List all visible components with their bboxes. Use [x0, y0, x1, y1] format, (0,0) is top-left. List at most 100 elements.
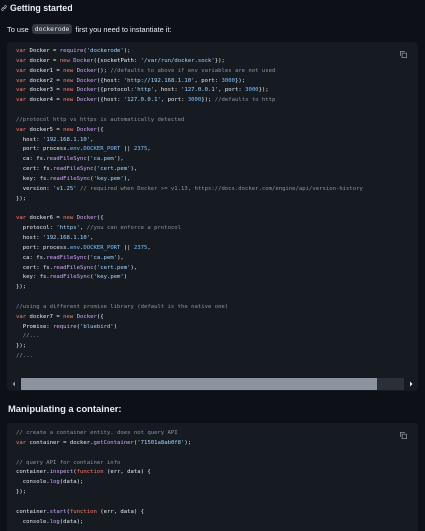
- scroll-left-button[interactable]: [7, 377, 21, 391]
- code-line: var docker2 = new Docker({host: 'http://…: [16, 77, 398, 87]
- code-token: protocol:: [16, 225, 57, 232]
- code-line: var docker4 = new Docker({host: '127.0.0…: [16, 96, 398, 106]
- code-token: ca: fs.: [16, 254, 47, 261]
- code-token: ,: [147, 146, 151, 153]
- code-line: });: [16, 283, 398, 293]
- code-token: inspect: [49, 469, 74, 476]
- code-token: 'http://192.168.1.10': [123, 77, 195, 84]
- code-token: log: [49, 518, 60, 525]
- code-line: var docker1 = new Docker(); //defaults t…: [16, 67, 398, 77]
- code-token: container = docker.: [26, 439, 94, 446]
- code-token: function: [76, 469, 104, 476]
- code-token: , port:: [194, 77, 222, 84]
- code-token: 'key.pem': [93, 274, 124, 281]
- scrollbar-track[interactable]: [21, 378, 404, 390]
- inline-code: dockerode: [31, 24, 73, 34]
- code-token: , port:: [160, 97, 188, 104]
- code-line: var Docker = require('dockerode');: [16, 47, 398, 57]
- code-token: version:: [16, 185, 54, 192]
- code-token: , port:: [218, 87, 246, 94]
- code-token: ,: [80, 225, 87, 232]
- code-token: //...: [16, 353, 33, 360]
- code-token: Docker: [76, 67, 97, 74]
- code-token: DOCKER_PORT: [83, 244, 121, 251]
- code-line: var docker = new Docker({socketPath: '/v…: [16, 57, 398, 67]
- code-line: // query API for container info: [16, 459, 398, 469]
- code-token: var: [16, 126, 27, 133]
- code-token: '192.168.1.10': [42, 235, 91, 242]
- code-line: var docker5 = new Docker({: [16, 126, 398, 136]
- code-token: //protocol http vs https is automaticall…: [16, 116, 185, 123]
- code-line: ca: fs.readFileSync('ca.pem'),: [16, 254, 398, 264]
- code-token: 'v1.25': [53, 185, 77, 192]
- code-token: '127.0.0.1': [181, 87, 219, 94]
- code-token: //using a different promise library (def…: [16, 303, 229, 310]
- code-token: ({socketPath:: [93, 57, 141, 64]
- intro-paragraph: To use dockerode first you need to insta…: [7, 24, 172, 34]
- code-token: ),: [123, 175, 131, 182]
- code-token: readFileSync: [53, 264, 94, 271]
- code-token: 3000: [187, 97, 202, 104]
- code-token: docker5 =: [26, 126, 64, 133]
- code-token: new: [63, 126, 74, 133]
- code-token: new: [63, 313, 74, 320]
- code-token: 'dockerode': [86, 48, 124, 54]
- horizontal-scrollbar[interactable]: [7, 377, 418, 391]
- code-line: cert: fs.readFileSync('cert.pem'),: [16, 264, 398, 274]
- code-line: });: [16, 195, 398, 205]
- code-token: //you can enforce a protocol: [86, 225, 182, 232]
- code-lines: var Docker = require('dockerode'); var do…: [16, 47, 398, 362]
- code-token: 'bluebird': [80, 323, 114, 330]
- code-line: var docker6 = new Docker({: [16, 214, 398, 224]
- code-token: 3000: [221, 77, 235, 84]
- code-token: Docker: [73, 57, 94, 64]
- code-token: //defaults to above if env variables are…: [110, 67, 276, 74]
- code-token: Docker =: [26, 48, 60, 54]
- code-token: ,: [90, 136, 94, 143]
- code-token: port: process.: [16, 244, 70, 251]
- copy-icon[interactable]: [399, 50, 408, 59]
- code-line: var container = docker.getContainer('715…: [16, 439, 398, 449]
- code-token: 'ca.pem': [90, 156, 118, 163]
- code-token: 'http': [133, 87, 155, 94]
- code-token: console.: [16, 479, 50, 486]
- code-token: docker1 =: [26, 67, 64, 74]
- code-token: '127.0.0.1': [123, 97, 161, 104]
- code-token: // required when Docker >= v1.13, https:…: [80, 185, 363, 192]
- code-token: ||: [120, 244, 134, 251]
- code-token: (err, data) {: [96, 508, 145, 515]
- code-token: container.: [16, 469, 50, 476]
- code-token: Docker: [76, 126, 97, 133]
- code-token: new: [63, 87, 74, 94]
- code-line: protocol: 'https', //you can enforce a p…: [16, 224, 398, 234]
- code-token: env: [69, 146, 80, 153]
- code-token: var: [16, 97, 27, 104]
- code-line: var docker7 = new Docker({: [16, 313, 398, 323]
- code-token: Docker: [76, 97, 97, 104]
- scroll-right-button[interactable]: [404, 377, 418, 391]
- link-icon[interactable]: [0, 4, 8, 12]
- code-token: readFileSync: [46, 254, 87, 261]
- code-token: new: [63, 215, 74, 222]
- code-token: getContainer: [93, 439, 134, 446]
- code-token: docker4 =: [26, 97, 64, 104]
- code-token: readFileSync: [46, 156, 87, 163]
- code-token: port: process.: [16, 146, 70, 153]
- code-token: });: [201, 97, 215, 104]
- code-line: //...: [16, 332, 398, 342]
- code-token: });: [214, 57, 225, 64]
- code-token: '192.168.1.10': [42, 136, 91, 143]
- code-token: start: [49, 508, 67, 515]
- code-token: ),: [130, 166, 138, 173]
- code-token: var: [16, 87, 27, 94]
- scrollbar-thumb[interactable]: [21, 378, 378, 390]
- code-token: env: [69, 244, 80, 251]
- code-token: 'cert.pem': [96, 166, 131, 173]
- chevron-right-icon: [410, 381, 413, 387]
- copy-icon[interactable]: [399, 431, 408, 440]
- code-token: ({: [96, 215, 104, 222]
